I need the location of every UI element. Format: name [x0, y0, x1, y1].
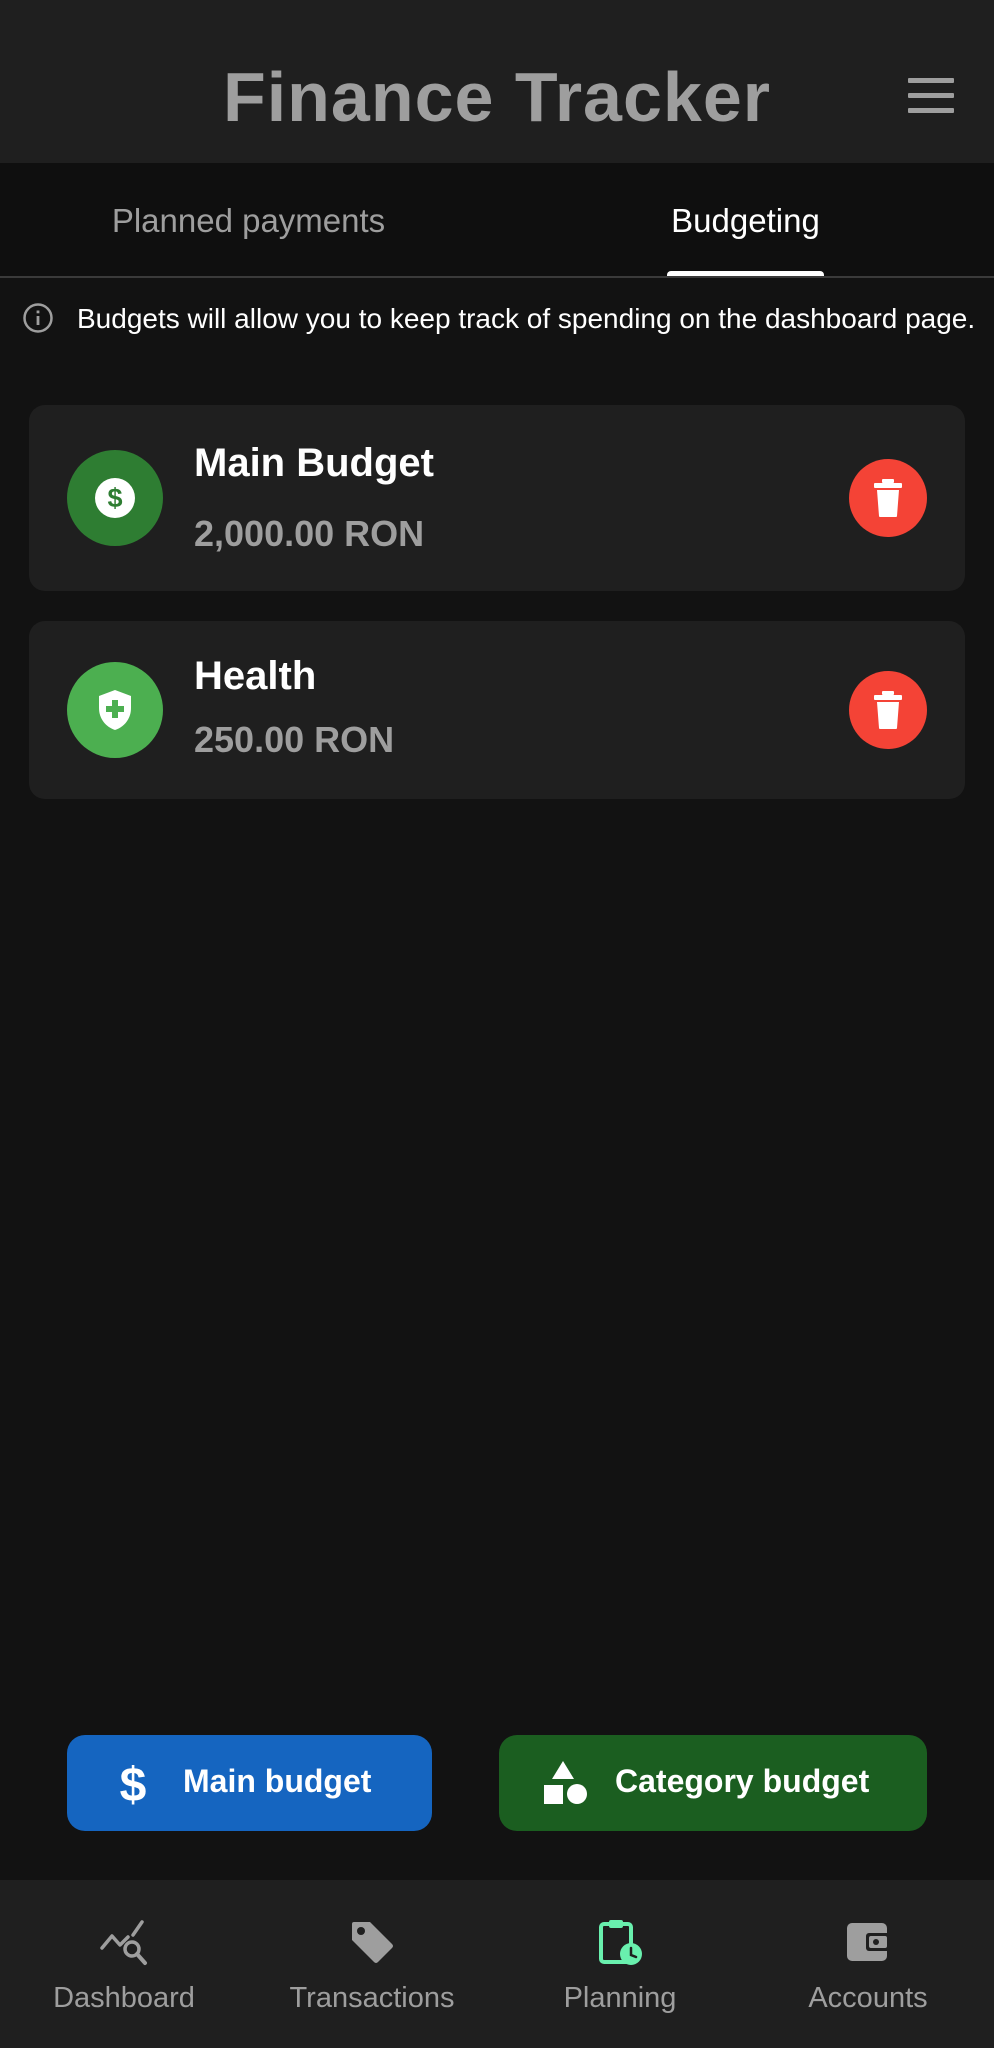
- dollar-icon: $: [120, 1759, 147, 1807]
- info-text: Budgets will allow you to keep track of …: [77, 303, 976, 334]
- trash-icon: [874, 479, 902, 517]
- nav-label: Dashboard: [53, 1982, 195, 2014]
- delete-button[interactable]: [849, 671, 927, 749]
- budget-amount: 250.00 RON: [194, 719, 395, 760]
- nav-label: Accounts: [808, 1982, 928, 2014]
- tag-icon: [352, 1922, 393, 1963]
- app-bar: Finance Tracker: [0, 0, 994, 163]
- svg-text:$: $: [120, 1759, 147, 1807]
- nav-item-transactions[interactable]: Transactions: [248, 1880, 496, 2048]
- trash-icon: [874, 691, 902, 729]
- tab-bar: Planned payments Budgeting: [0, 163, 994, 278]
- add-main-budget-button[interactable]: $ Main budget: [67, 1735, 432, 1831]
- budget-card-health[interactable]: Health 250.00 RON: [29, 621, 965, 799]
- tab-planned-payments[interactable]: Planned payments: [0, 163, 497, 278]
- nav-item-planning[interactable]: Planning: [496, 1880, 744, 2048]
- tabs-divider: [0, 276, 994, 278]
- nav-label: Transactions: [289, 1982, 455, 2014]
- budget-amount: 2,000.00 RON: [194, 513, 425, 554]
- bottom-navigation: Dashboard Transactions Planning Accounts: [0, 1880, 994, 2048]
- dollar-circle-icon: $: [95, 478, 135, 518]
- svg-text:$: $: [107, 483, 122, 513]
- app-title: Finance Tracker: [222, 58, 772, 136]
- add-category-budget-button[interactable]: Category budget: [499, 1735, 927, 1831]
- budget-card-main[interactable]: $ Main Budget 2,000.00 RON: [29, 405, 965, 591]
- nav-item-dashboard[interactable]: Dashboard: [0, 1880, 248, 2048]
- category-budget-label: Category budget: [615, 1763, 870, 1799]
- planning-screen: Finance Tracker Planned payments Budgeti…: [0, 0, 994, 2048]
- category-shapes-icon: [544, 1761, 587, 1804]
- budget-name: Health: [194, 654, 317, 698]
- chart-search-icon: [100, 1920, 147, 1965]
- nav-label: Planning: [563, 1982, 677, 2014]
- menu-icon[interactable]: [908, 78, 954, 114]
- budget-avatar: [67, 662, 163, 758]
- budget-name: Main Budget: [194, 441, 434, 485]
- wallet-icon: [847, 1923, 890, 1961]
- delete-button[interactable]: [849, 459, 927, 537]
- budget-avatar: $: [67, 450, 163, 546]
- clipboard-clock-icon: [599, 1920, 642, 1965]
- health-shield-icon: [99, 690, 131, 730]
- tab-budgeting[interactable]: Budgeting: [497, 163, 994, 278]
- info-icon: [23, 303, 53, 333]
- nav-item-accounts[interactable]: Accounts: [744, 1880, 992, 2048]
- main-budget-label: Main budget: [183, 1763, 372, 1799]
